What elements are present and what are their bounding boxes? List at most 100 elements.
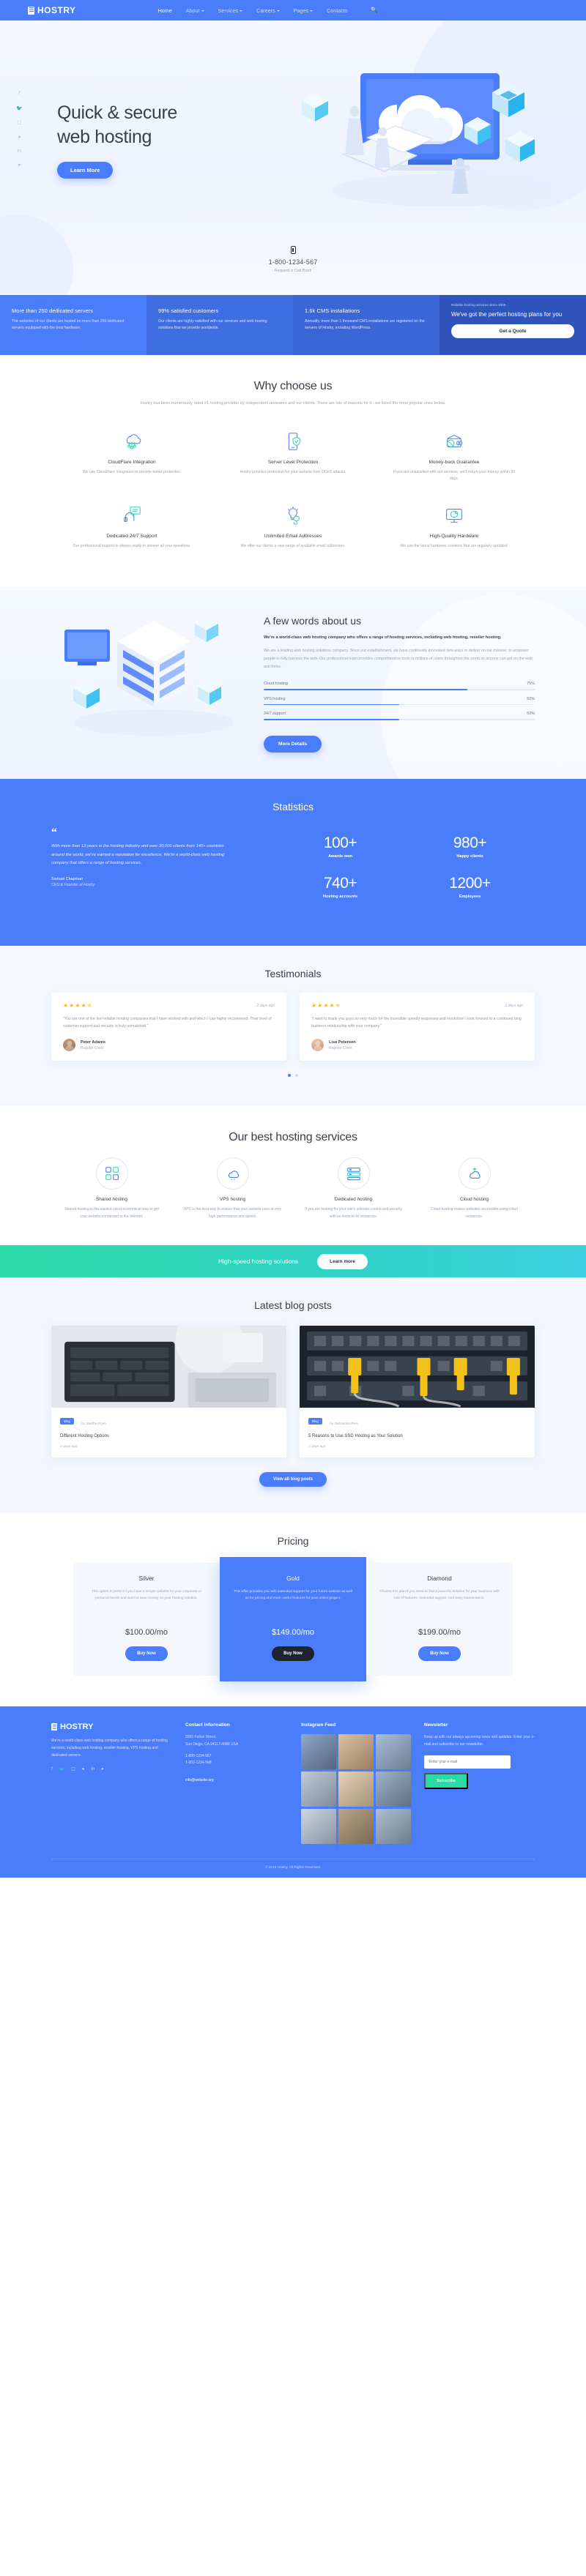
newsletter-email-input[interactable] [424, 1755, 511, 1769]
about-title: A few words about us [264, 614, 362, 627]
services-section: Our best hosting services Shared hosting… [0, 1106, 586, 1245]
services-grid: Shared hosting Shared hosting is the eas… [51, 1157, 535, 1220]
instagram-thumb[interactable] [301, 1809, 336, 1845]
nav-item-home[interactable]: Home [158, 7, 172, 14]
chevron-down-icon [201, 10, 204, 12]
service-shared-hosting[interactable]: Shared hosting Shared hosting is the eas… [51, 1157, 172, 1220]
feature-text: We offer our clients a vast range of ava… [240, 543, 346, 548]
carousel-dot-1[interactable] [288, 1074, 291, 1078]
view-all-blog-posts-button[interactable]: View all blog posts [259, 1472, 327, 1487]
instagram-thumb[interactable] [338, 1734, 374, 1770]
instagram-thumb[interactable] [376, 1809, 411, 1845]
counter-clients: 980+ Happy clients [405, 835, 535, 859]
more-details-button[interactable]: More Details [264, 735, 322, 753]
instagram-thumb[interactable] [338, 1809, 374, 1845]
footer-brand-name: HOSTRY [60, 1722, 94, 1732]
pinterest-icon[interactable]: ● [101, 1767, 104, 1772]
founder-quote: “ With more than 13 years in the hosting… [51, 826, 234, 915]
blog-post-card[interactable]: Blog by Martha Ryan Different Hosting Op… [51, 1326, 286, 1458]
facebook-icon[interactable]: 𝑓 [51, 1767, 53, 1772]
site-footer: HOSTRY We're a world-class web hosting c… [0, 1706, 586, 1878]
footer-phone-2[interactable]: 1-800-1234-568 [185, 1761, 212, 1765]
nav-label: Pages [293, 7, 309, 14]
blog-title: Latest blog posts [254, 1299, 332, 1312]
lightbulb-icon [229, 502, 357, 529]
google-icon[interactable]: ● [18, 135, 21, 140]
feature-title: CloudFlare Integration [108, 459, 156, 465]
plan-description: This option is perfect if you have a sim… [91, 1590, 202, 1601]
buy-now-button-silver[interactable]: Buy Now [125, 1646, 168, 1662]
instagram-thumb[interactable] [376, 1734, 411, 1770]
google-icon[interactable]: ● [82, 1767, 85, 1772]
plan-price: $199.00/mo [418, 1628, 461, 1638]
pinterest-icon[interactable]: ● [18, 163, 21, 168]
twitter-icon[interactable]: 🐦 [59, 1767, 64, 1772]
buy-now-button-gold[interactable]: Buy Now [272, 1646, 314, 1662]
why-title: Why choose us [253, 380, 333, 392]
hero-learn-more-button[interactable]: Learn More [57, 162, 114, 179]
skill-support: 24/7 support 50% [264, 712, 535, 720]
laptop-keyboard-photo [51, 1326, 286, 1408]
hero-text: Quick & secure web hosting Learn More [57, 101, 177, 179]
instagram-icon[interactable]: ☐ [71, 1767, 75, 1772]
get-a-quote-button[interactable]: Get a Quote [451, 324, 574, 339]
vps-hosting-icon [216, 1157, 249, 1190]
instagram-thumb[interactable] [301, 1734, 336, 1770]
pricing-title: Pricing [277, 1535, 309, 1548]
skill-fill [264, 703, 399, 706]
service-vps-hosting[interactable]: VPS hosting VPS is the best way to ensur… [172, 1157, 293, 1220]
nav-item-pages[interactable]: Pages [293, 7, 314, 14]
service-cloud-hosting[interactable]: Cloud hosting Cloud hosting makes websit… [414, 1157, 535, 1220]
blog-post-title[interactable]: 5 Reasons to Use SSD Hosting as Your Sol… [308, 1433, 526, 1440]
newsletter-subscribe-button[interactable]: Subscribe [424, 1772, 468, 1789]
testimonial-author: Lisa Peterson [329, 1039, 356, 1045]
instagram-thumb[interactable] [338, 1772, 374, 1807]
blog-tag[interactable]: Blog [60, 1418, 74, 1425]
linkedin-icon[interactable]: in [18, 149, 21, 154]
testimonial-role: Regular Client [329, 1045, 352, 1050]
nav-item-careers[interactable]: Careers [256, 7, 280, 14]
service-title: Dedicated hosting [334, 1197, 373, 1203]
counters-grid: 100+ Awards won 980+ Happy clients 740+ … [252, 829, 535, 915]
stat-card-servers: More than 250 dedicated servers The webs… [0, 295, 146, 355]
footer-phone-1[interactable]: 1-800-1234-567 [185, 1754, 212, 1758]
skill-fill [264, 688, 467, 690]
feature-stats-bar: More than 250 dedicated servers The webs… [0, 295, 586, 355]
service-title: Cloud hosting [459, 1197, 489, 1203]
blog-post-card[interactable]: Blog by Sebastian Reis 5 Reasons to Use … [300, 1326, 535, 1458]
nav-item-about[interactable]: About [186, 7, 204, 14]
promo-card: Reliable hosting services since 2005 We'… [440, 295, 586, 355]
skill-label: 24/7 support [264, 712, 286, 717]
blog-tag[interactable]: Blog [308, 1418, 322, 1425]
nav-item-contacts[interactable]: Contacts [327, 7, 347, 14]
brand-logo[interactable]: HOSTRY [28, 5, 76, 15]
hero-phone-number[interactable]: 1-800-1234-567 [0, 258, 586, 266]
footer-social-links: 𝑓 🐦 ☐ ● in ● [51, 1767, 172, 1772]
carousel-dot-2[interactable] [295, 1074, 298, 1078]
facebook-icon[interactable]: 𝑓 [18, 91, 20, 97]
testimonial-card: ★★★★✯ 2 days ago "You are one of the few… [51, 992, 286, 1061]
linkedin-icon[interactable]: in [91, 1767, 94, 1772]
main-nav: Home About Services Careers Pages Contac… [158, 7, 378, 14]
instagram-thumb[interactable] [301, 1772, 336, 1807]
rating-stars-icon: ★★★★✯ [63, 1001, 93, 1009]
nav-item-services[interactable]: Services [218, 7, 243, 14]
why-choose-us-section: Why choose us Hostry has been numerously… [0, 355, 586, 587]
hero-title: Quick & secure web hosting [57, 101, 177, 149]
buy-now-button-diamond[interactable]: Buy Now [418, 1646, 461, 1662]
hero-callback-link[interactable]: Request a Call Back [0, 269, 586, 273]
search-icon[interactable]: 🔍 [370, 7, 377, 13]
footer-email-link[interactable]: info@website.org [185, 1778, 214, 1782]
cta-learn-more-button[interactable]: Learn more [317, 1253, 368, 1269]
twitter-icon[interactable]: 🐦 [16, 105, 23, 111]
instagram-icon[interactable]: ☐ [17, 120, 21, 126]
cta-banner: High-speed hosting solutions Learn more [0, 1245, 586, 1278]
stat-card-text: The websites of our clients are hosted o… [12, 319, 125, 331]
shared-hosting-icon [95, 1157, 128, 1190]
plan-description: Choose this plan if you need to find a p… [379, 1590, 500, 1601]
instagram-thumb[interactable] [376, 1772, 411, 1807]
blog-post-title[interactable]: Different Hosting Options [60, 1433, 278, 1440]
service-dedicated-hosting[interactable]: Dedicated hosting If you are looking for… [293, 1157, 414, 1220]
testimonials-title: Testimonials [264, 967, 322, 979]
footer-brand-logo[interactable]: HOSTRY [51, 1722, 172, 1731]
